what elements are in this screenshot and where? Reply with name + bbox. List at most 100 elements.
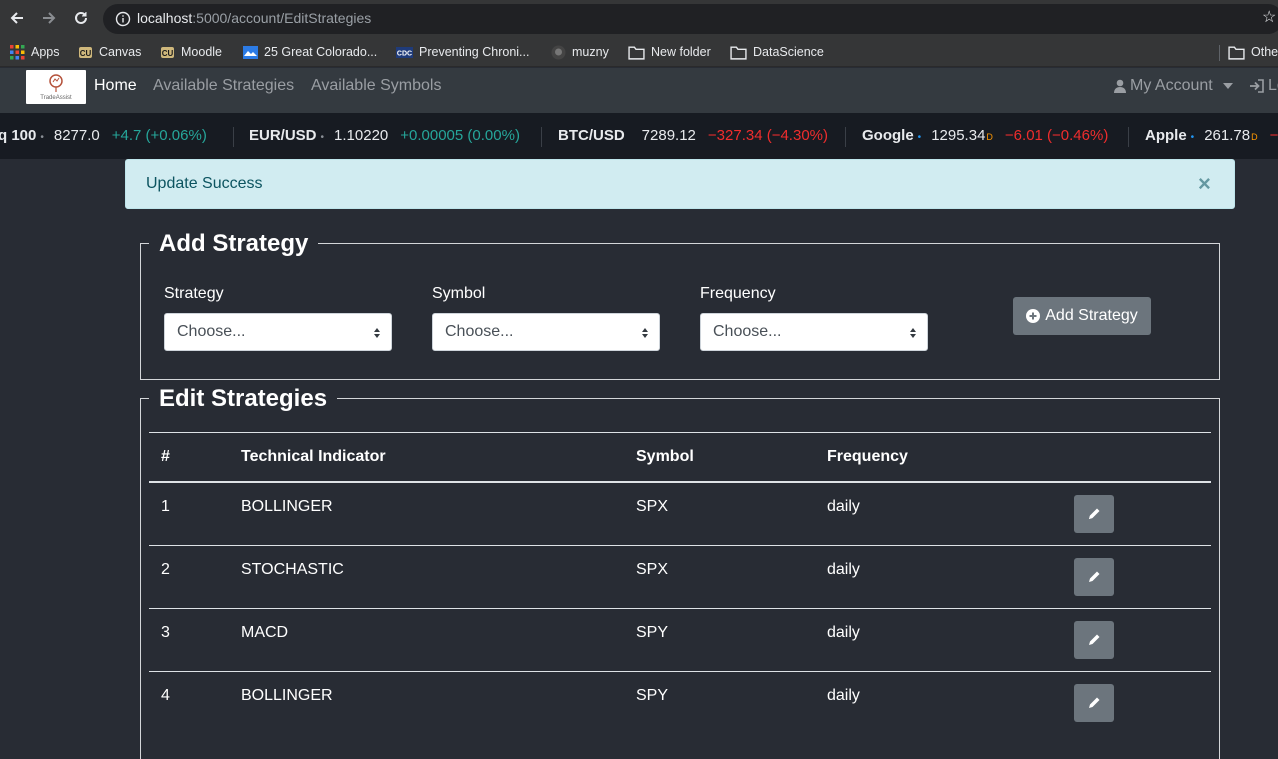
forward-button[interactable] — [40, 9, 58, 27]
pencil-icon — [1089, 634, 1100, 645]
row-symbol: SPX — [636, 498, 669, 515]
row-indicator: BOLLINGER — [241, 498, 333, 515]
bookmark-other[interactable]: Othe — [1228, 43, 1278, 61]
ticker-change: +4.7 (+0.06%) — [111, 127, 207, 144]
row-indicator: MACD — [241, 624, 289, 641]
column-header-symbol: Symbol — [636, 448, 694, 465]
row-indicator: STOCHASTIC — [241, 561, 344, 578]
success-alert: Update Success × — [125, 159, 1235, 209]
frequency-select[interactable]: Choose... — [700, 313, 928, 351]
bookmark-datascience[interactable]: DataScience — [730, 43, 824, 61]
row-number: 1 — [161, 498, 170, 515]
column-header-frequency: Frequency — [827, 448, 908, 465]
nav-available-strategies[interactable]: Available Strategies — [153, 77, 294, 95]
ticker-delayed-badge: D — [1251, 132, 1258, 142]
ticker-price: 1.10220 — [334, 127, 389, 144]
row-number: 4 — [161, 687, 170, 704]
nav-home[interactable]: Home — [94, 77, 137, 95]
bookmark-label: 25 Great Colorado... — [264, 45, 378, 59]
svg-text:TradeAssist: TradeAssist — [40, 95, 72, 101]
ticker-price: 261.78 — [1204, 127, 1251, 144]
symbol-select[interactable]: Choose... — [432, 313, 660, 351]
ticker-item[interactable]: EUR/USD • 1.10220 +0.00005 (0.00%) — [249, 127, 520, 144]
ticker-symbol: BTC/USD — [558, 127, 625, 144]
tradeassist-logo[interactable]: TradeAssist — [26, 70, 86, 104]
row-frequency: daily — [827, 624, 860, 641]
logout-label: Lo — [1268, 77, 1278, 94]
edit-row-button[interactable] — [1074, 495, 1114, 533]
column-header-number: # — [161, 448, 170, 465]
bookmark-star-icon[interactable]: ☆ — [1262, 10, 1276, 26]
symbol-label: Symbol — [432, 285, 486, 302]
bookmark-apps[interactable]: Apps — [10, 43, 60, 61]
select-arrows-icon — [910, 328, 916, 338]
ticker-delayed-badge: D — [986, 132, 993, 142]
ticker-symbol: q 100 — [0, 127, 37, 144]
back-button[interactable] — [8, 9, 26, 27]
url-path: :5000/account/EditStrategies — [192, 10, 372, 26]
info-icon — [115, 11, 131, 27]
strategy-select-value: Choose... — [177, 323, 246, 340]
ticker-status-dot: • — [917, 132, 922, 143]
forward-arrow-icon — [43, 12, 56, 24]
row-indicator: BOLLINGER — [241, 687, 333, 704]
bookmark-label: Othe — [1251, 45, 1278, 59]
caret-down-icon — [1222, 83, 1233, 89]
my-account-dropdown[interactable]: My Account — [1114, 77, 1233, 95]
address-bar[interactable]: localhost:5000/account/EditStrategies — [103, 4, 1278, 34]
add-strategy-title: Add Strategy — [149, 230, 319, 258]
bookmark-canvas[interactable]: CU Canvas — [78, 43, 141, 61]
alert-close-button[interactable]: × — [1198, 172, 1211, 196]
ticker-price: 1295.34 — [931, 127, 986, 144]
ticker-status-dot: • — [1190, 132, 1195, 143]
row-symbol: SPX — [636, 561, 669, 578]
row-frequency: daily — [827, 561, 860, 578]
row-divider — [149, 671, 1211, 672]
pencil-icon — [1089, 571, 1100, 582]
ticker-change: −327.34 (−4.30%) — [707, 127, 828, 144]
ticker-item[interactable]: Google • 1295.34 D −6.01 (−0.46%) — [862, 127, 1108, 144]
bookmark-new-folder[interactable]: New folder — [628, 43, 711, 61]
svg-text:CU: CU — [80, 49, 92, 58]
ticker-item[interactable]: BTC/USD 7289.12 −327.34 (−4.30%) — [558, 127, 828, 144]
add-strategy-button[interactable]: Add Strategy — [1013, 297, 1151, 335]
edit-row-button[interactable] — [1074, 684, 1114, 722]
back-arrow-icon — [10, 12, 23, 24]
bookmark-muzny[interactable]: muzny — [551, 43, 609, 61]
row-number: 3 — [161, 624, 170, 641]
nav-available-symbols[interactable]: Available Symbols — [311, 77, 441, 95]
alert-message: Update Success — [146, 175, 263, 192]
ticker-price: 7289.12 — [641, 127, 696, 144]
frequency-label: Frequency — [700, 285, 776, 302]
url-text: localhost:5000/account/EditStrategies — [137, 10, 371, 26]
reload-icon — [75, 11, 87, 24]
cdc-favicon-icon: CDC — [396, 46, 413, 58]
bookmark-colorado[interactable]: 25 Great Colorado... — [243, 43, 377, 61]
reload-button[interactable] — [72, 9, 90, 27]
ticker-item[interactable]: q 100 • 8277.0 +4.7 (+0.06%) — [0, 127, 207, 144]
ticker-change: − — [1269, 127, 1278, 144]
strategy-select[interactable]: Choose... — [164, 313, 392, 351]
url-host: localhost — [137, 10, 193, 26]
edit-row-button[interactable] — [1074, 621, 1114, 659]
ticker-divider — [233, 127, 234, 147]
bookmark-label: Preventing Chroni... — [419, 45, 530, 59]
edit-row-button[interactable] — [1074, 558, 1114, 596]
logout-link[interactable]: Lo — [1249, 77, 1278, 95]
logo-graphic-icon: TradeAssist — [40, 74, 72, 101]
bookmark-cdc[interactable]: CDC Preventing Chroni... — [396, 43, 529, 61]
ticker-item[interactable]: Apple • 261.78 D − — [1145, 127, 1278, 144]
ticker-divider — [1128, 127, 1129, 147]
select-arrows-icon — [374, 328, 380, 338]
symbol-select-value: Choose... — [445, 323, 514, 340]
bookmark-label: muzny — [572, 45, 609, 59]
bookmark-moodle[interactable]: CU Moodle — [160, 43, 222, 61]
row-divider — [149, 545, 1211, 546]
table-header-border — [149, 481, 1211, 483]
row-frequency: daily — [827, 687, 860, 704]
bookmarks-divider — [1219, 45, 1220, 61]
user-icon — [1114, 79, 1126, 93]
github-icon — [551, 45, 566, 59]
ticker-tape: q 100 • 8277.0 +4.7 (+0.06%) EUR/USD • 1… — [0, 113, 1278, 159]
ticker-price: 8277.0 — [53, 127, 100, 144]
